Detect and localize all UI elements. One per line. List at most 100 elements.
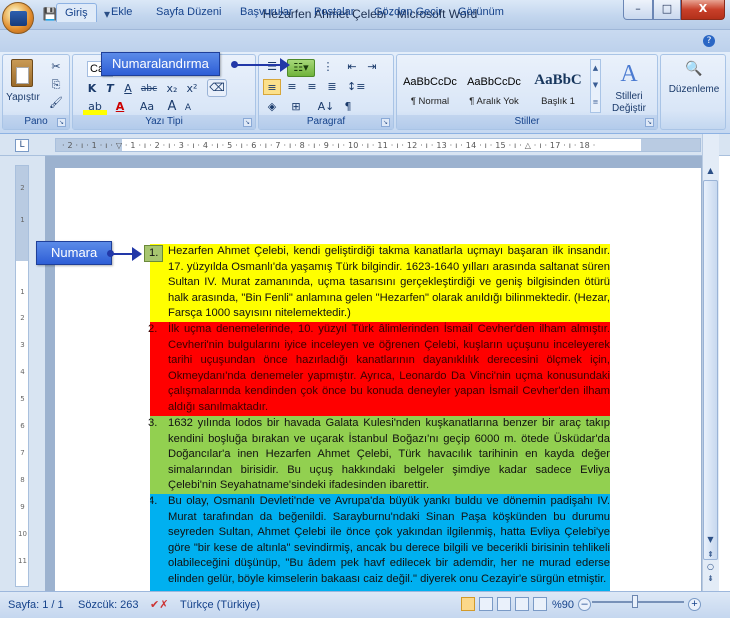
list-item[interactable]: 3. 1632 yılında lodos bir havada Galata … [148, 416, 610, 494]
change-styles-icon[interactable]: A [609, 59, 649, 89]
tab-ekle[interactable]: Ekle [103, 3, 140, 22]
ruler-numbers: · 2 · ı · 1 · ı · ▽ · 1 · ı · 2 · ı · 3 … [62, 141, 596, 150]
vruler-num: 4 [20, 368, 25, 376]
clipboard-launcher-icon[interactable]: ↘ [57, 118, 66, 127]
vruler-num: 9 [20, 503, 25, 511]
list-item-text: İlk uçma denemelerinde, 10. yüzyıl Türk … [168, 323, 610, 413]
align-right-icon[interactable]: ≡ [303, 79, 321, 95]
next-page-icon[interactable]: ⇟ [704, 574, 717, 583]
superscript-button[interactable]: x² [183, 81, 201, 97]
decrease-indent-icon[interactable]: ⇤ [343, 59, 361, 75]
style-normal-name: ¶ Normal [410, 96, 450, 107]
page-count[interactable]: Sayfa: 1 / 1 [8, 597, 64, 613]
justify-icon[interactable]: ≣ [323, 79, 341, 95]
list-number[interactable]: 3. [148, 416, 157, 432]
print-layout-icon[interactable] [461, 597, 475, 611]
multilevel-list-icon[interactable]: ⋮ [319, 59, 337, 75]
find-icon[interactable]: 🔍 [683, 61, 705, 79]
tab-basvurular[interactable]: Başvurular [232, 3, 301, 22]
previous-page-icon[interactable]: ⇞ [704, 550, 717, 559]
list-item[interactable]: 4. Bu olay, Osmanlı Devleti'nde ve Avrup… [150, 494, 610, 591]
zoom-in-button[interactable]: + [688, 598, 701, 611]
change-styles-label[interactable]: Stilleri Değiştir [601, 91, 657, 115]
language[interactable]: Türkçe (Türkiye) [180, 597, 260, 613]
horizontal-ruler[interactable]: · 2 · ı · 1 · ı · ▽ · 1 · ı · 2 · ı · 3 … [55, 138, 701, 152]
shading-icon[interactable]: ◈ [263, 99, 281, 115]
close-button[interactable]: X [681, 0, 725, 20]
bold-button[interactable]: K [83, 81, 101, 97]
highlight-icon[interactable]: ab [83, 99, 107, 115]
list-item-text: Bu olay, Osmanlı Devleti'nde ve Avrupa'd… [168, 495, 610, 585]
format-painter-icon[interactable]: 🖌 [47, 95, 65, 111]
vruler-num: 2 [20, 184, 25, 192]
scroll-down-icon[interactable]: ▼ [704, 535, 717, 544]
full-screen-reading-icon[interactable] [479, 597, 493, 611]
align-center-icon[interactable]: ≡ [283, 79, 301, 95]
bullets-icon[interactable]: ☰ [263, 59, 281, 75]
callout-arrow [236, 64, 284, 66]
shrink-font-button[interactable]: A [179, 100, 197, 116]
numbering-button[interactable]: ☷▾ [287, 59, 315, 77]
web-layout-icon[interactable] [497, 597, 511, 611]
tab-sayfa-duzeni[interactable]: Sayfa Düzeni [148, 3, 229, 22]
subscript-button[interactable]: x₂ [163, 81, 181, 97]
align-left-icon[interactable]: ≡ [263, 79, 281, 95]
style-heading-1-name: Başlık 1 [541, 96, 575, 107]
borders-icon[interactable]: ⊞ [287, 99, 305, 115]
tab-gorunum[interactable]: Görünüm [450, 3, 512, 22]
paste-icon[interactable] [11, 59, 33, 87]
font-color-icon[interactable]: A [109, 99, 131, 115]
list-item[interactable]: 1. Hezarfen Ahmet Çelebi, kendi geliştir… [144, 244, 610, 322]
cut-icon[interactable]: ✂ [47, 59, 65, 75]
underline-button[interactable]: A [119, 81, 137, 97]
office-button[interactable] [2, 2, 34, 34]
sort-button[interactable]: A↓ [317, 99, 335, 115]
maximize-button[interactable]: □ [653, 0, 681, 20]
scroll-up-icon[interactable]: ▲ [704, 166, 717, 175]
vruler-num: 3 [20, 341, 25, 349]
clear-formatting-icon[interactable]: ⌫ [207, 79, 227, 97]
font-group-label: Yazı Tipi [73, 115, 255, 129]
copy-icon[interactable]: ⎘ [47, 77, 65, 93]
change-case-button[interactable]: Aa [135, 99, 159, 115]
scrollbar-thumb[interactable] [703, 180, 718, 560]
italic-button[interactable]: T [101, 81, 119, 97]
zoom-slider-thumb[interactable] [632, 595, 638, 608]
vertical-ruler[interactable]: 2 1 1 2 3 4 5 6 7 8 9 10 11 [15, 165, 29, 587]
draft-icon[interactable] [533, 597, 547, 611]
minimize-button[interactable]: – [623, 0, 653, 20]
show-formatting-button[interactable]: ¶ [339, 99, 357, 115]
tab-giris[interactable]: Giriş [56, 3, 97, 22]
style-no-spacing[interactable]: AaBbCcDc ¶ Aralık Yok [463, 61, 525, 109]
tab-postalar[interactable]: Postalar [306, 3, 362, 22]
list-number[interactable]: 2. [148, 322, 157, 338]
help-icon[interactable]: ? [703, 35, 715, 47]
increase-indent-icon[interactable]: ⇥ [363, 59, 381, 75]
proofing-icon[interactable]: ✔✗ [150, 597, 168, 613]
paste-label[interactable]: Yapıştır [3, 91, 43, 105]
font-launcher-icon[interactable]: ↘ [243, 118, 252, 127]
browse-object-icon[interactable]: ○ [704, 562, 717, 571]
list-number[interactable]: 4. [150, 494, 157, 510]
outline-icon[interactable] [515, 597, 529, 611]
list-number[interactable]: 1. [144, 245, 163, 262]
styles-launcher-icon[interactable]: ↘ [645, 118, 654, 127]
strikethrough-button[interactable]: abc [137, 81, 161, 97]
zoom-out-button[interactable]: – [578, 598, 591, 611]
office-logo-icon [10, 11, 27, 26]
tab-selector-icon[interactable]: L [15, 139, 29, 152]
ribbon-tabs [0, 30, 730, 52]
zoom-slider[interactable] [592, 601, 684, 603]
editing-label[interactable]: Düzenleme [661, 83, 727, 97]
style-heading-1[interactable]: AaBbC Başlık 1 [527, 61, 589, 109]
style-normal[interactable]: AaBbCcDc ¶ Normal [399, 61, 461, 109]
paragraph-launcher-icon[interactable]: ↘ [381, 118, 390, 127]
list-item[interactable]: 2. İlk uçma denemelerinde, 10. yüzyıl Tü… [148, 322, 610, 416]
line-spacing-icon[interactable]: ↕≡ [347, 79, 365, 95]
word-count[interactable]: Sözcük: 263 [78, 597, 139, 613]
vruler-num: 1 [20, 216, 25, 224]
tab-gozden-gecir[interactable]: Gözden Geçir [366, 3, 450, 22]
word-window: 💾 ↶ ↷ ▾ Hezarfen Ahmet Çelebi - Microsof… [0, 0, 730, 618]
styles-scroll[interactable]: ▲ ▼ ≡ [590, 59, 601, 113]
zoom-level[interactable]: %90 [552, 597, 574, 613]
